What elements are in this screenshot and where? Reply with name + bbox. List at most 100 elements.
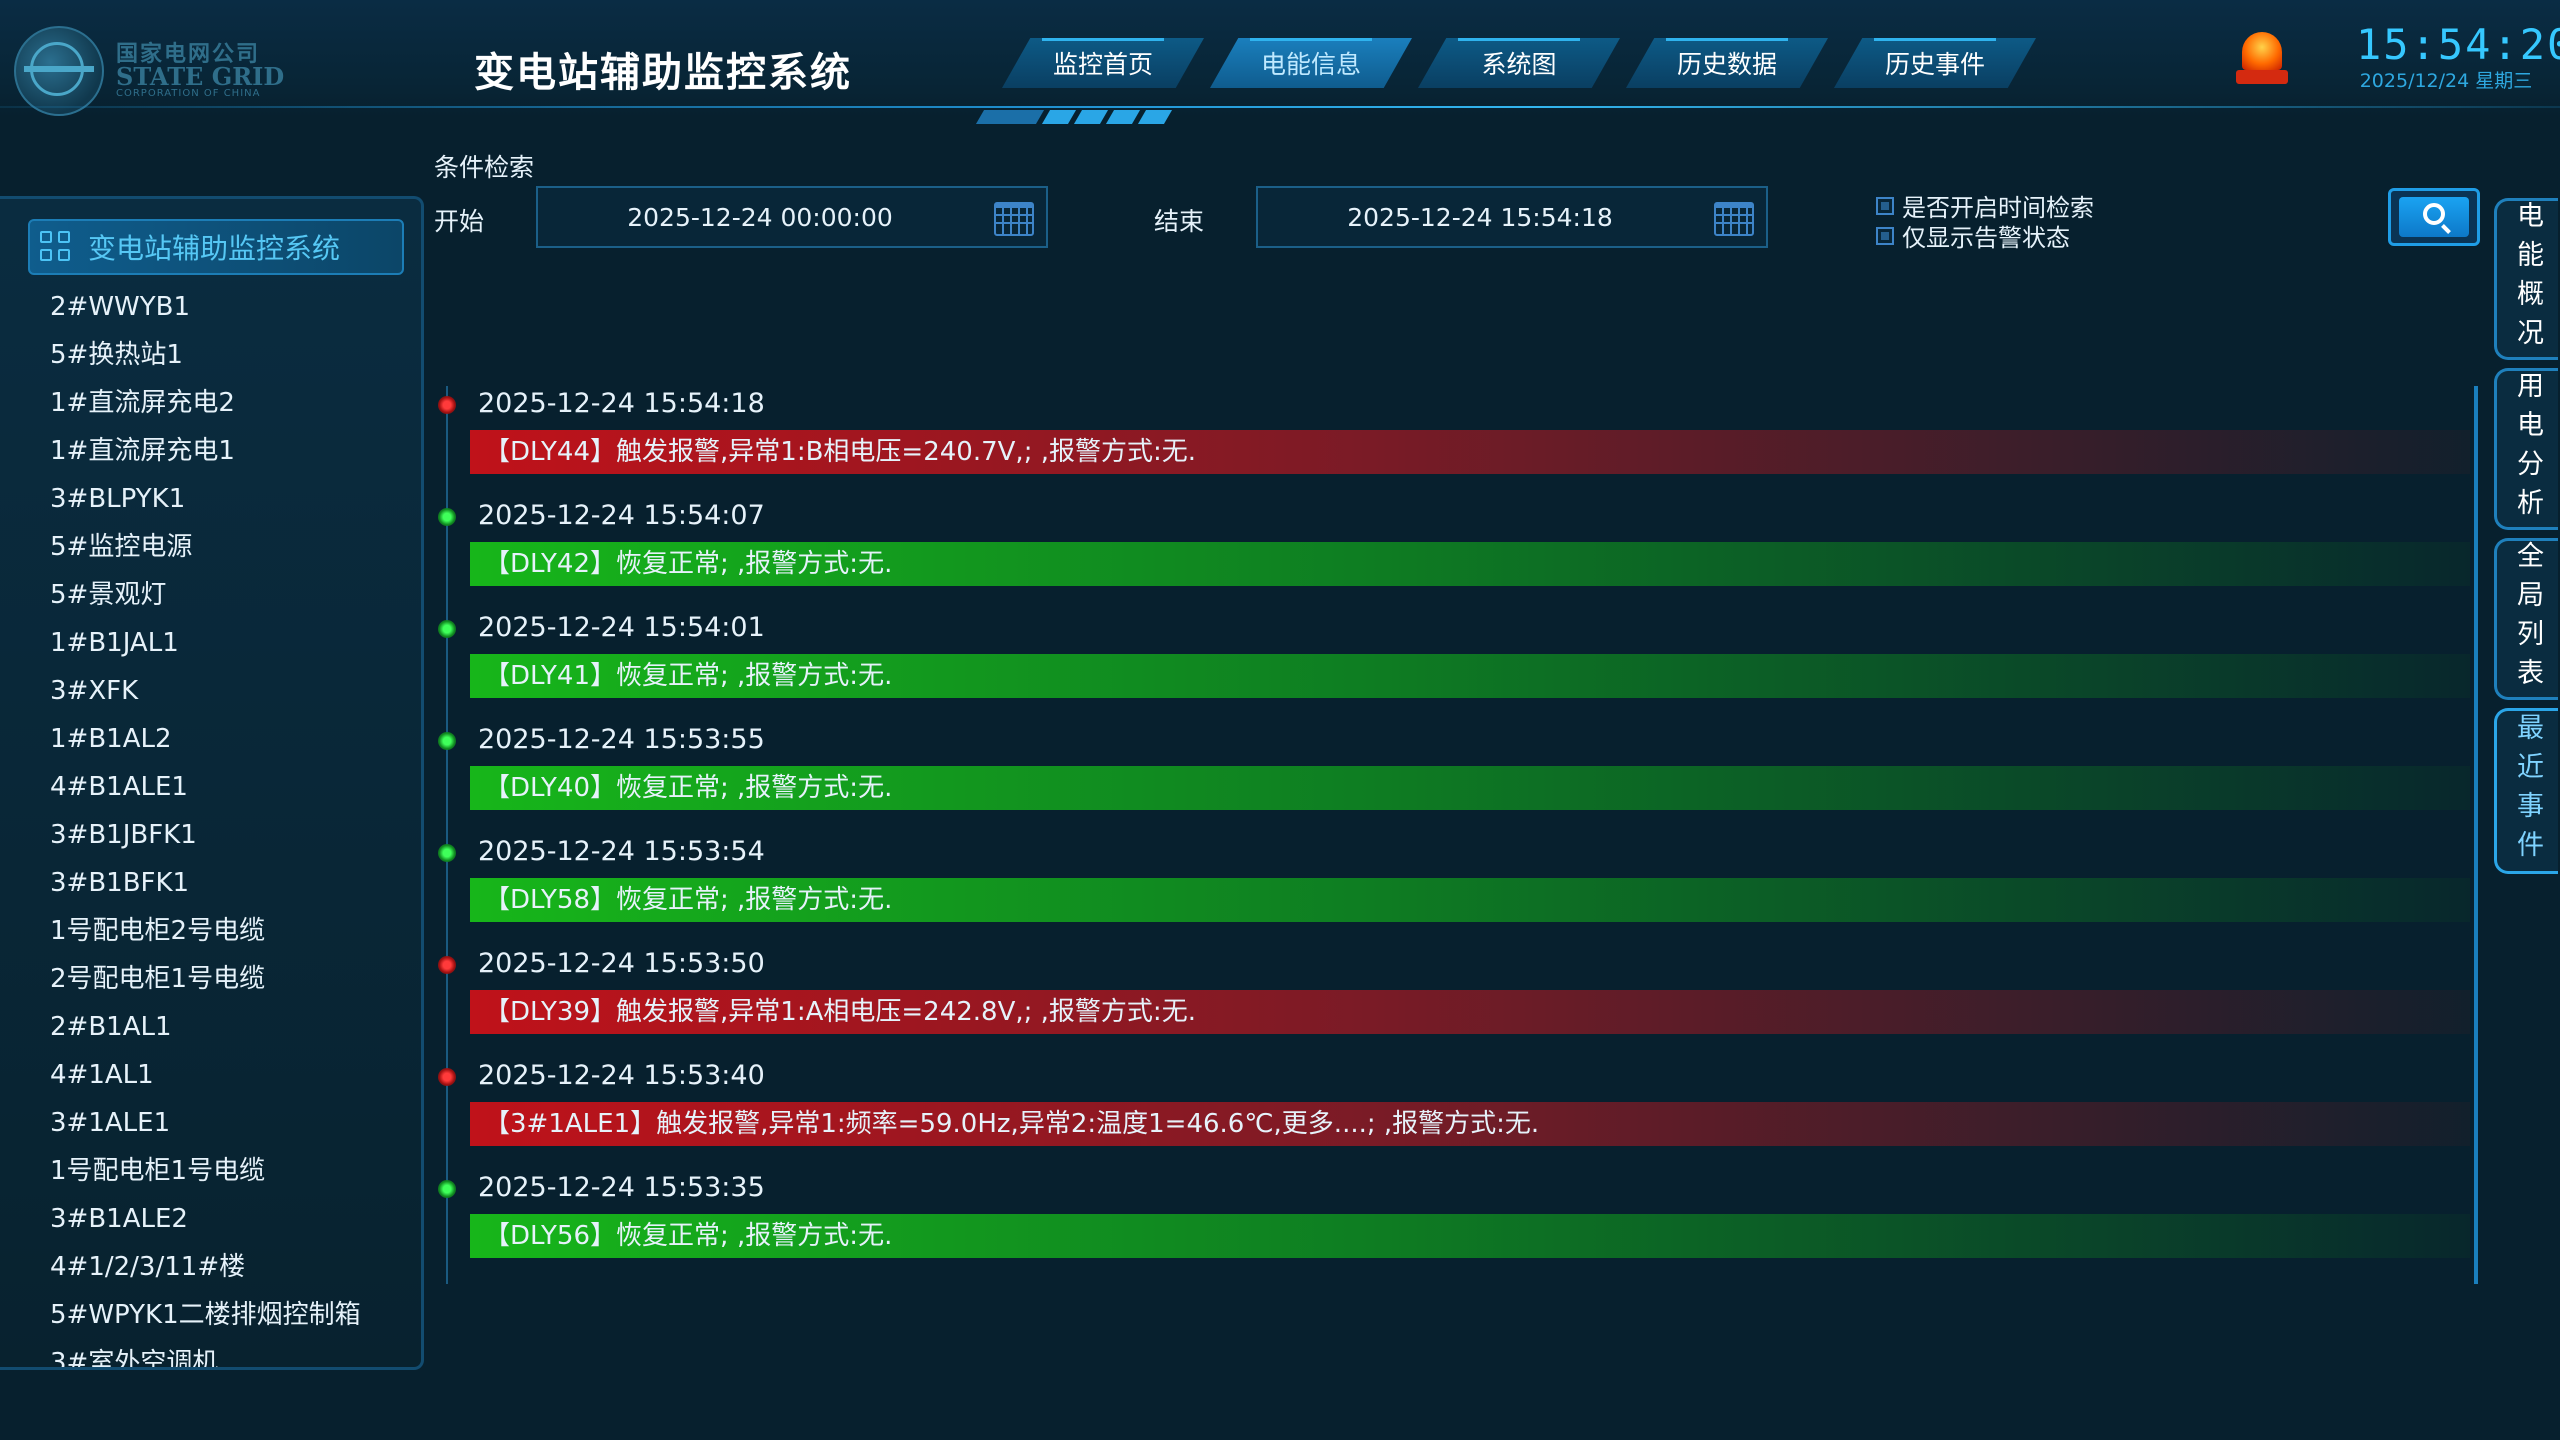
nav-tab-history-events[interactable]: 历史事件 [1834,38,2036,88]
calendar-icon[interactable] [1714,202,1754,236]
sidebar-item[interactable]: 4#1AL1 [50,1051,361,1099]
sidebar-item[interactable]: 1号配电柜2号电缆 [50,907,361,955]
event-message: 【DLY42】恢复正常; ,报警方式:无. [470,542,2470,586]
logo-sub-text: CORPORATION OF CHINA [116,88,261,99]
side-tab-label: 用电分析 [2512,371,2543,527]
sidebar-item[interactable]: 1#B1JAL1 [50,619,361,667]
start-label: 开始 [434,207,485,236]
search-button-face [2399,197,2469,237]
sidebar-item[interactable]: 2#WWYB1 [50,283,361,331]
sidebar-item[interactable]: 1#直流屏充电1 [50,427,361,475]
start-date-input[interactable] [538,201,982,233]
event-time: 2025-12-24 15:53:54 [478,836,765,867]
alarm-dot-icon [438,1068,456,1086]
side-tab-recent-events[interactable]: 最近事件 [2494,708,2558,874]
alarm-only-checkbox[interactable] [1876,226,1894,245]
sidebar-item[interactable]: 4#B1ALE1 [50,763,361,811]
sidebar-item[interactable]: 2#B1AL1 [50,1003,361,1051]
nav-tab-system-diagram[interactable]: 系统图 [1418,38,1620,88]
sidebar-item[interactable]: 1#B1AL2 [50,715,361,763]
sidebar-item[interactable]: 2号配电柜1号电缆 [50,955,361,1003]
side-tab-global-list[interactable]: 全局列表 [2494,538,2558,700]
sidebar-item[interactable]: 3#B1JBFK1 [50,811,361,859]
search-icon [2423,203,2445,225]
sidebar-item[interactable]: 3#室外空调机 [50,1339,361,1367]
state-grid-logo-icon [14,26,104,116]
time-search-checkbox[interactable] [1876,196,1894,215]
event-message: 【DLY40】恢复正常; ,报警方式:无. [470,766,2470,810]
event-message: 【DLY39】触发报警,异常1:A相电压=242.8V,; ,报警方式:无. [470,990,2470,1034]
main-nav: 监控首页 电能信息 系统图 历史数据 历史事件 [1002,38,2036,88]
normal-dot-icon [438,508,456,526]
event-message: 【DLY44】触发报警,异常1:B相电压=240.7V,; ,报警方式:无. [470,430,2470,474]
sidebar-item[interactable]: 3#BLPYK1 [50,475,361,523]
event-item[interactable]: 2025-12-24 15:53:50 【DLY39】触发报警,异常1:A相电压… [436,948,2470,1060]
normal-dot-icon [438,844,456,862]
header-stripes-decoration [975,110,1173,128]
normal-dot-icon [438,620,456,638]
sidebar-item[interactable]: 5#景观灯 [50,571,361,619]
start-date-field[interactable] [536,186,1048,248]
app-title: 变电站辅助监控系统 [474,50,852,96]
event-time: 2025-12-24 15:54:01 [478,612,765,643]
event-item[interactable]: 2025-12-24 15:53:54 【DLY58】恢复正常; ,报警方式:无… [436,836,2470,948]
event-message: 【DLY58】恢复正常; ,报警方式:无. [470,878,2470,922]
event-item[interactable]: 2025-12-24 15:53:40 【3#1ALE1】触发报警,异常1:频率… [436,1060,2470,1172]
clock-time: 15:54:20 [2356,20,2560,69]
search-button[interactable] [2388,188,2480,246]
normal-dot-icon [438,732,456,750]
event-message: 【DLY41】恢复正常; ,报警方式:无. [470,654,2470,698]
end-label: 结束 [1154,207,1205,236]
event-item[interactable]: 2025-12-24 15:54:01 【DLY41】恢复正常; ,报警方式:无… [436,612,2470,724]
side-tab-label: 全局列表 [2512,541,2543,697]
calendar-icon[interactable] [994,202,1034,236]
alarm-base [2236,70,2288,84]
event-time: 2025-12-24 15:53:40 [478,1060,765,1091]
nav-tab-history-data[interactable]: 历史数据 [1626,38,1828,88]
timeline-scrollbar[interactable] [2474,386,2478,1284]
event-time: 2025-12-24 15:54:18 [478,388,765,419]
event-message: 【3#1ALE1】触发报警,异常1:频率=59.0Hz,异常2:温度1=46.6… [470,1102,2470,1146]
sidebar-item[interactable]: 3#B1BFK1 [50,859,361,907]
nav-tab-home[interactable]: 监控首页 [1002,38,1204,88]
sidebar-item[interactable]: 3#B1ALE2 [50,1195,361,1243]
event-message: 【DLY56】恢复正常; ,报警方式:无. [470,1214,2470,1258]
normal-dot-icon [438,1180,456,1198]
sidebar-item[interactable]: 3#XFK [50,667,361,715]
event-item[interactable]: 2025-12-24 15:54:07 【DLY42】恢复正常; ,报警方式:无… [436,500,2470,612]
device-list: 2#WWYB1 5#换热站1 1#直流屏充电2 1#直流屏充电1 3#BLPYK… [50,283,361,1367]
sidebar-item[interactable]: 4#1/2/3/11#楼 [50,1243,361,1291]
side-tab-label: 电能概况 [2512,201,2543,357]
alarm-only-option[interactable]: 仅显示告警状态 [1876,218,2070,253]
sidebar-item[interactable]: 3#1ALE1 [50,1099,361,1147]
sidebar-item[interactable]: 5#监控电源 [50,523,361,571]
device-sidebar: 变电站辅助监控系统 2#WWYB1 5#换热站1 1#直流屏充电2 1#直流屏充… [0,196,424,1370]
sidebar-item[interactable]: 5#WPYK1二楼排烟控制箱 [50,1291,361,1339]
header-bar: 国家电网公司 STATE GRID CORPORATION OF CHINA 变… [0,0,2560,124]
end-date-field[interactable] [1256,186,1768,248]
event-item[interactable]: 2025-12-24 15:54:18 【DLY44】触发报警,异常1:B相电压… [436,388,2470,500]
event-item[interactable]: 2025-12-24 15:53:55 【DLY40】恢复正常; ,报警方式:无… [436,724,2470,836]
alarm-light-icon[interactable] [2236,28,2288,86]
side-tab-usage-analysis[interactable]: 用电分析 [2494,368,2558,530]
event-time: 2025-12-24 15:54:07 [478,500,765,531]
side-tab-label: 最近事件 [2512,713,2543,869]
logo-en-text: STATE GRID [116,62,285,91]
alarm-only-label: 仅显示告警状态 [1902,224,2070,252]
grid-icon [40,231,72,263]
nav-tab-energy-info[interactable]: 电能信息 [1210,38,1412,88]
sidebar-item[interactable]: 5#换热站1 [50,331,361,379]
sidebar-header[interactable]: 变电站辅助监控系统 [28,219,404,275]
clock-date: 2025/12/24 星期三 [2359,70,2533,92]
sidebar-item[interactable]: 1#直流屏充电2 [50,379,361,427]
alarm-dot-icon [438,396,456,414]
side-tab-energy-overview[interactable]: 电能概况 [2494,198,2558,360]
end-date-input[interactable] [1258,201,1702,233]
alarm-dome [2242,32,2282,70]
event-item[interactable]: 2025-12-24 15:53:35 【DLY56】恢复正常; ,报警方式:无… [436,1172,2470,1284]
alarm-dot-icon [438,956,456,974]
event-time: 2025-12-24 15:53:50 [478,948,765,979]
sidebar-item[interactable]: 1号配电柜1号电缆 [50,1147,361,1195]
event-time: 2025-12-24 15:53:35 [478,1172,765,1203]
search-section-label: 条件检索 [434,153,535,182]
